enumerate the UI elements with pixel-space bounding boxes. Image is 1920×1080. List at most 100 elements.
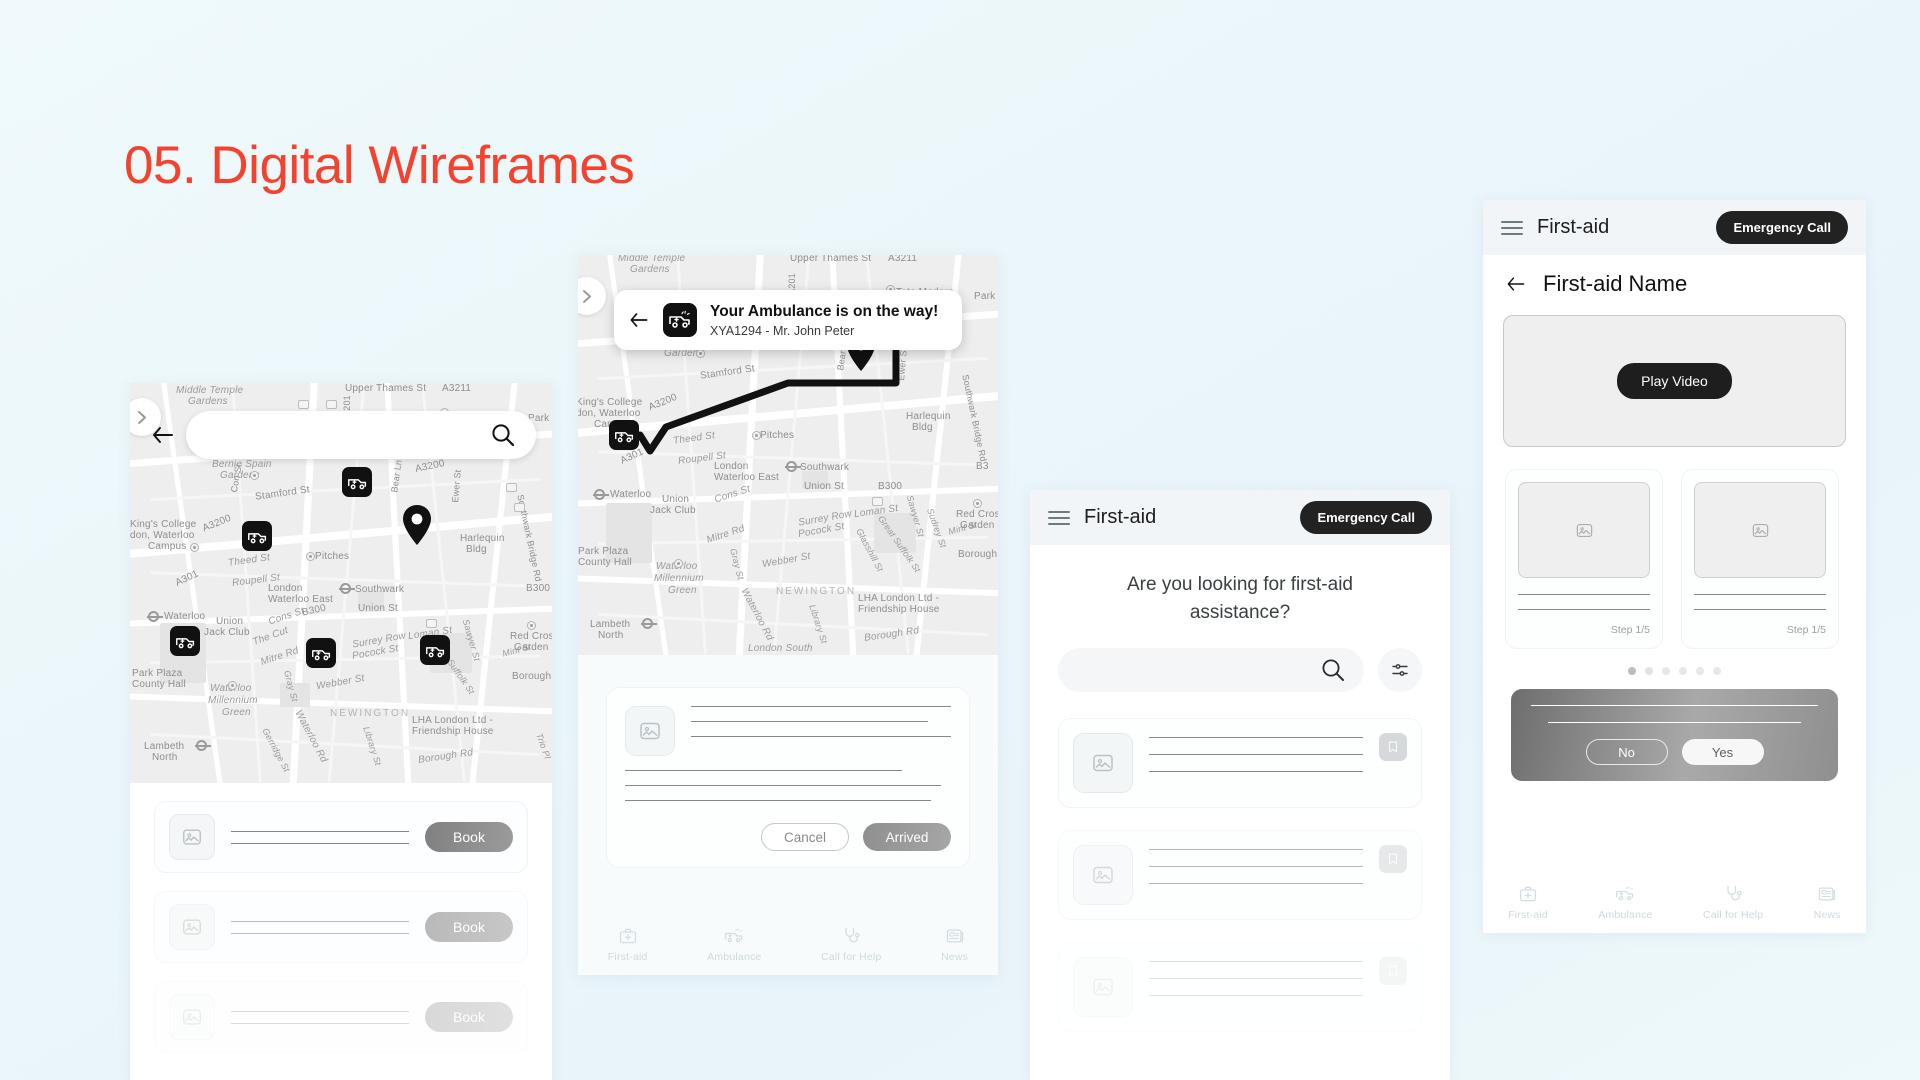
list-item[interactable]: Book bbox=[154, 801, 528, 873]
nav-item-first-aid[interactable]: First-aid bbox=[608, 926, 648, 963]
map-label: Gardens bbox=[188, 396, 228, 407]
map-poi bbox=[250, 471, 259, 480]
map-marker-ambulance[interactable] bbox=[420, 635, 450, 665]
back-arrow-icon[interactable] bbox=[628, 309, 650, 331]
book-button[interactable]: Book bbox=[425, 912, 513, 942]
map-marker-destination[interactable] bbox=[402, 505, 432, 545]
placeholder-lines bbox=[1149, 845, 1363, 885]
emergency-call-button[interactable]: Emergency Call bbox=[1716, 211, 1848, 244]
placeholder-lines bbox=[1694, 594, 1826, 610]
image-placeholder-icon bbox=[1073, 845, 1133, 906]
map-poi bbox=[514, 503, 525, 512]
step-card[interactable]: Step 1/5 bbox=[1505, 469, 1663, 649]
step-card[interactable]: Step 1/5 bbox=[1681, 469, 1839, 649]
filter-button[interactable] bbox=[1378, 648, 1422, 693]
map-marker-ambulance[interactable] bbox=[170, 626, 200, 656]
carousel-dot[interactable] bbox=[1662, 667, 1670, 675]
page-header: First-aid Name bbox=[1483, 255, 1866, 303]
trip-detail-card: Cancel Arrived bbox=[606, 687, 970, 868]
tube-station-icon bbox=[593, 489, 609, 500]
first-aid-kit-icon bbox=[1519, 886, 1537, 901]
map-label: Middle Temple bbox=[176, 385, 244, 396]
back-arrow-icon[interactable] bbox=[1503, 273, 1529, 295]
detail-header bbox=[625, 706, 951, 756]
carousel-dots bbox=[1483, 649, 1866, 675]
bookmark-button[interactable] bbox=[1379, 957, 1407, 986]
first-aid-kit-icon bbox=[619, 928, 636, 943]
search-input[interactable] bbox=[1076, 662, 1320, 679]
bookmark-button[interactable] bbox=[1379, 845, 1407, 874]
placeholder-lines bbox=[1149, 733, 1363, 773]
nav-item-news[interactable]: News bbox=[1814, 884, 1841, 921]
map-marker-ambulance[interactable] bbox=[306, 638, 336, 668]
map-marker-ambulance-current[interactable] bbox=[609, 420, 639, 450]
map-label: Union bbox=[216, 616, 244, 627]
emergency-call-button[interactable]: Emergency Call bbox=[1300, 501, 1432, 534]
ambulance-notification-banner[interactable]: Your Ambulance is on the way! XYA1294 - … bbox=[614, 290, 962, 351]
book-button[interactable]: Book bbox=[425, 822, 513, 852]
yes-button[interactable]: Yes bbox=[1681, 739, 1764, 765]
search-input[interactable] bbox=[206, 427, 490, 443]
carousel-dot[interactable] bbox=[1628, 667, 1636, 675]
map-label: Harlequin bbox=[460, 533, 505, 544]
search-row bbox=[1030, 626, 1450, 693]
list-item[interactable] bbox=[1058, 830, 1422, 921]
image-placeholder-icon bbox=[625, 706, 675, 756]
nav-item-call-for-help[interactable]: Call for Help bbox=[1703, 884, 1763, 921]
map-canvas-screen1[interactable]: Middle Temple Gardens Upper Thames St A3… bbox=[130, 383, 552, 783]
nav-item-ambulance[interactable]: Ambulance bbox=[1598, 884, 1652, 921]
news-icon bbox=[1819, 887, 1836, 900]
image-placeholder-icon bbox=[1518, 482, 1650, 578]
map-poi bbox=[190, 543, 199, 552]
nav-item-call-for-help[interactable]: Call for Help bbox=[821, 926, 881, 963]
hamburger-icon[interactable] bbox=[1501, 220, 1523, 235]
image-placeholder-icon bbox=[169, 904, 215, 950]
tube-station-icon bbox=[339, 583, 355, 594]
map-label: Green bbox=[668, 585, 697, 596]
search-bar[interactable] bbox=[1058, 648, 1364, 693]
step-carousel[interactable]: Step 1/5 Step 1/5 bbox=[1483, 447, 1866, 649]
image-placeholder-icon bbox=[1694, 482, 1826, 578]
back-arrow-icon[interactable] bbox=[150, 422, 176, 448]
bottom-navigation: First-aid Ambulance Call for Help News bbox=[1483, 871, 1866, 933]
map-label: Jack Club bbox=[650, 505, 696, 516]
screen-ambulance-en-route: Middle Temple Gardens Upper Thames St A3… bbox=[578, 255, 998, 975]
nav-item-first-aid[interactable]: First-aid bbox=[1508, 884, 1548, 921]
map-label: LHA London Ltd - bbox=[412, 715, 494, 726]
play-video-button[interactable]: Play Video bbox=[1617, 363, 1732, 399]
search-icon[interactable] bbox=[490, 422, 516, 448]
ambulance-icon bbox=[663, 303, 697, 338]
bookmark-button[interactable] bbox=[1379, 733, 1407, 762]
hamburger-icon[interactable] bbox=[1048, 510, 1070, 525]
map-label: Bldg bbox=[466, 544, 487, 555]
no-button[interactable]: No bbox=[1585, 739, 1668, 765]
list-item[interactable]: Book bbox=[154, 891, 528, 963]
search-bar[interactable] bbox=[186, 411, 536, 459]
nav-item-news[interactable]: News bbox=[941, 926, 968, 963]
image-placeholder-icon bbox=[1073, 733, 1133, 794]
video-player[interactable]: Play Video bbox=[1503, 315, 1846, 447]
list-item[interactable] bbox=[1058, 942, 1422, 1033]
map-label: Pitches bbox=[315, 551, 350, 562]
app-bar: First-aid Emergency Call bbox=[1483, 200, 1866, 255]
cancel-button[interactable]: Cancel bbox=[761, 823, 849, 851]
nav-item-ambulance[interactable]: Ambulance bbox=[707, 926, 761, 963]
map-label: Lambeth bbox=[590, 619, 631, 630]
carousel-dot[interactable] bbox=[1713, 667, 1721, 675]
map-marker-ambulance[interactable] bbox=[342, 467, 372, 497]
carousel-dot[interactable] bbox=[1696, 667, 1704, 675]
placeholder-lines bbox=[1149, 957, 1363, 997]
map-label: Park Plaza bbox=[578, 546, 629, 557]
step-counter: Step 1/5 bbox=[1786, 624, 1826, 636]
list-item[interactable]: Book bbox=[154, 981, 528, 1053]
bookmark-icon bbox=[1388, 965, 1398, 977]
booking-list: Book Book Book bbox=[130, 783, 552, 1071]
search-icon[interactable] bbox=[1320, 657, 1346, 683]
arrived-button[interactable]: Arrived bbox=[863, 823, 951, 851]
carousel-dot[interactable] bbox=[1679, 667, 1687, 675]
map-poi bbox=[696, 349, 705, 358]
book-button[interactable]: Book bbox=[425, 1002, 513, 1032]
list-item[interactable] bbox=[1058, 718, 1422, 809]
carousel-dot[interactable] bbox=[1645, 667, 1653, 675]
map-marker-ambulance[interactable] bbox=[242, 521, 272, 551]
